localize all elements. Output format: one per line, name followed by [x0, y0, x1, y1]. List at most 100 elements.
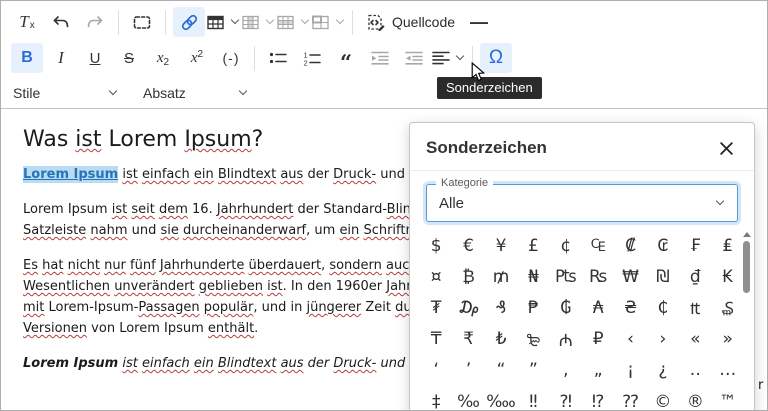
- scroll-up-icon[interactable]: [743, 232, 751, 237]
- bold-button[interactable]: B: [11, 43, 43, 73]
- horizontal-line-button[interactable]: —: [463, 7, 495, 37]
- special-character-cell[interactable]: ₩: [614, 261, 646, 292]
- special-character-cell[interactable]: ₢: [647, 230, 679, 261]
- special-character-cell[interactable]: ⁈: [550, 386, 582, 411]
- styles-dropdown[interactable]: Stile: [10, 79, 122, 107]
- source-code-icon: [366, 14, 385, 31]
- special-character-cell[interactable]: ⁉: [582, 386, 614, 411]
- special-character-cell[interactable]: ₭: [712, 261, 744, 292]
- special-character-cell[interactable]: ₯: [452, 292, 484, 323]
- special-character-cell[interactable]: ₳: [582, 292, 614, 323]
- special-character-cell[interactable]: ‘: [420, 355, 452, 386]
- special-character-cell[interactable]: £: [517, 230, 549, 261]
- subscript-button[interactable]: x2: [147, 43, 179, 73]
- insert-table-button[interactable]: [207, 7, 240, 37]
- special-character-cell[interactable]: “: [485, 355, 517, 386]
- special-character-cell[interactable]: ©: [647, 386, 679, 411]
- special-character-cell[interactable]: ₧: [550, 261, 582, 292]
- soft-hyphen-button[interactable]: (-): [215, 43, 247, 73]
- source-code-button[interactable]: Quellcode: [360, 7, 461, 37]
- special-character-cell[interactable]: ¡: [614, 355, 646, 386]
- special-character-cell[interactable]: ‱: [485, 386, 517, 411]
- special-character-cell[interactable]: ₱: [517, 292, 549, 323]
- special-character-cell[interactable]: ›: [647, 324, 679, 355]
- scrollbar-thumb[interactable]: [743, 241, 750, 293]
- special-character-cell[interactable]: ‡: [420, 386, 452, 411]
- tooltip: Sonderzeichen: [437, 77, 542, 99]
- special-character-cell[interactable]: ₴: [614, 292, 646, 323]
- close-button[interactable]: [716, 138, 736, 158]
- special-character-cell[interactable]: ¤: [420, 261, 452, 292]
- special-character-cell[interactable]: ₠: [582, 230, 614, 261]
- align-left-icon: [432, 51, 450, 65]
- redo-button[interactable]: [79, 7, 111, 37]
- select-all-button[interactable]: [126, 7, 158, 37]
- special-character-cell[interactable]: …: [712, 355, 744, 386]
- italic-button[interactable]: I: [45, 43, 77, 73]
- special-character-cell[interactable]: ‹: [614, 324, 646, 355]
- link-button[interactable]: [173, 7, 205, 37]
- source-code-label: Quellcode: [392, 14, 455, 30]
- special-character-cell[interactable]: ₨: [582, 261, 614, 292]
- toolbar-separator: [118, 10, 119, 35]
- table-row-button[interactable]: [277, 7, 310, 37]
- special-character-cell[interactable]: ₥: [485, 261, 517, 292]
- special-character-cell[interactable]: ®: [679, 386, 711, 411]
- special-character-cell[interactable]: ₼: [550, 324, 582, 355]
- undo-button[interactable]: [45, 7, 77, 37]
- special-character-cell[interactable]: ₮: [420, 292, 452, 323]
- special-character-cell[interactable]: ₣: [679, 230, 711, 261]
- special-character-cell[interactable]: ‥: [679, 355, 711, 386]
- special-character-cell[interactable]: ™: [712, 386, 744, 411]
- special-character-cell[interactable]: ‼: [517, 386, 549, 411]
- special-character-cell[interactable]: ₫: [679, 261, 711, 292]
- superscript-button[interactable]: x2: [181, 43, 213, 73]
- special-character-cell[interactable]: ₦: [517, 261, 549, 292]
- table-column-icon: [242, 15, 260, 30]
- special-character-cell[interactable]: ₷: [712, 292, 744, 323]
- special-character-cell[interactable]: ”: [517, 355, 549, 386]
- special-character-cell[interactable]: «: [679, 324, 711, 355]
- special-character-cell[interactable]: ¿: [647, 355, 679, 386]
- special-character-cell[interactable]: ₪: [647, 261, 679, 292]
- special-character-cell[interactable]: ₰: [485, 292, 517, 323]
- strikethrough-button[interactable]: S: [113, 43, 145, 73]
- special-character-cell[interactable]: ₿: [452, 261, 484, 292]
- bulleted-list-button[interactable]: [262, 43, 294, 73]
- underline-button[interactable]: U: [79, 43, 111, 73]
- special-character-cell[interactable]: ⁇: [614, 386, 646, 411]
- special-character-cell[interactable]: $: [420, 230, 452, 261]
- special-character-cell[interactable]: „: [582, 355, 614, 386]
- special-character-cell[interactable]: ’: [452, 355, 484, 386]
- special-character-cell[interactable]: »: [712, 324, 744, 355]
- paragraph-format-dropdown[interactable]: Absatz: [140, 79, 252, 107]
- special-character-cell[interactable]: ₤: [712, 230, 744, 261]
- special-character-cell[interactable]: ₽: [582, 324, 614, 355]
- special-character-cell[interactable]: ¢: [550, 230, 582, 261]
- block-quote-button[interactable]: “: [330, 43, 362, 73]
- special-character-cell[interactable]: ₶: [679, 292, 711, 323]
- table-column-button[interactable]: [242, 7, 275, 37]
- special-character-cell[interactable]: ₺: [485, 324, 517, 355]
- special-character-cell[interactable]: ₡: [614, 230, 646, 261]
- special-character-cell[interactable]: ₻: [517, 324, 549, 355]
- special-character-cell[interactable]: ‰: [452, 386, 484, 411]
- character-grid: $€¥£¢₠₡₢₣₤ ¤₿₥₦₧₨₩₪₫₭ ₮₯₰₱₲₳₴₵₶₷ ₸₹₺₻₼₽‹›«»…: [420, 230, 744, 411]
- special-character-cell[interactable]: ₹: [452, 324, 484, 355]
- outdent-button[interactable]: [398, 43, 430, 73]
- special-character-cell[interactable]: €: [452, 230, 484, 261]
- text-alignment-button[interactable]: [432, 43, 465, 73]
- special-character-cell[interactable]: ₵: [647, 292, 679, 323]
- remove-format-button[interactable]: Tx: [11, 7, 43, 37]
- table-cell-properties-button[interactable]: [312, 7, 345, 37]
- category-dropdown[interactable]: Kategorie Alle: [426, 184, 738, 222]
- special-character-cell[interactable]: ¥: [485, 230, 517, 261]
- bold-icon: B: [21, 49, 33, 67]
- grid-scrollbar[interactable]: [741, 232, 752, 293]
- numbered-list-button[interactable]: 12: [296, 43, 328, 73]
- indent-button[interactable]: [364, 43, 396, 73]
- special-character-cell[interactable]: ‚: [550, 355, 582, 386]
- special-character-cell[interactable]: ₸: [420, 324, 452, 355]
- lorem-ipsum-link[interactable]: Lorem Ipsum: [23, 166, 118, 183]
- special-character-cell[interactable]: ₲: [550, 292, 582, 323]
